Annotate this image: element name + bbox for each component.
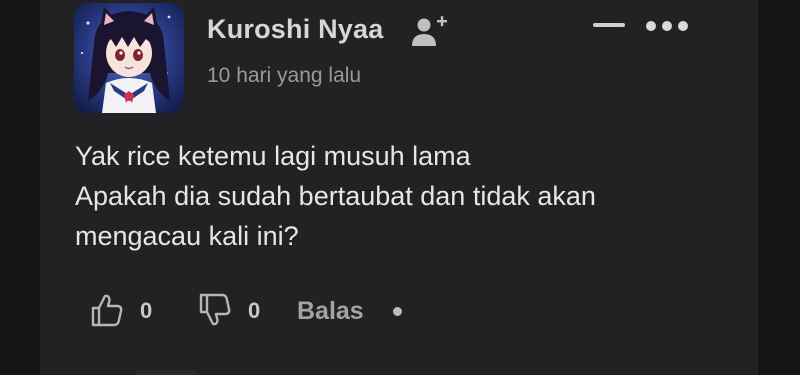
reply-button[interactable]: Balas <box>297 297 364 326</box>
minus-icon <box>593 23 625 27</box>
avatar[interactable] <box>74 3 184 113</box>
more-options-icon <box>662 21 672 31</box>
like-count: 0 <box>140 298 153 323</box>
like-button[interactable] <box>90 292 124 328</box>
collapse-button[interactable] <box>593 16 625 36</box>
dislike-count: 0 <box>248 298 261 323</box>
page: Kuroshi Nyaa 10 hari yang lalu Yak rice … <box>0 0 800 375</box>
more-options-button[interactable] <box>642 16 692 36</box>
comment-timestamp: 10 hari yang lalu <box>207 64 362 87</box>
next-item-edge <box>136 370 196 375</box>
left-gutter <box>0 0 40 375</box>
avatar-image <box>74 3 184 113</box>
author-name[interactable]: Kuroshi Nyaa <box>207 14 383 45</box>
separator-dot <box>393 307 402 316</box>
comment-line: mengacau kali ini? <box>75 221 299 251</box>
thumbs-up-icon <box>91 294 123 327</box>
comment-text: Yak rice ketemu lagi musuh lama Apakah d… <box>75 136 735 256</box>
dislike-button[interactable] <box>198 292 232 328</box>
right-gutter <box>758 0 800 375</box>
thumbs-down-icon <box>199 293 231 326</box>
comment-line: Yak rice ketemu lagi musuh lama <box>75 141 471 171</box>
add-user-icon[interactable] <box>410 14 448 48</box>
more-options-icon <box>678 21 688 31</box>
comment-line: Apakah dia sudah bertaubat dan tidak aka… <box>75 181 596 211</box>
more-options-icon <box>646 21 656 31</box>
